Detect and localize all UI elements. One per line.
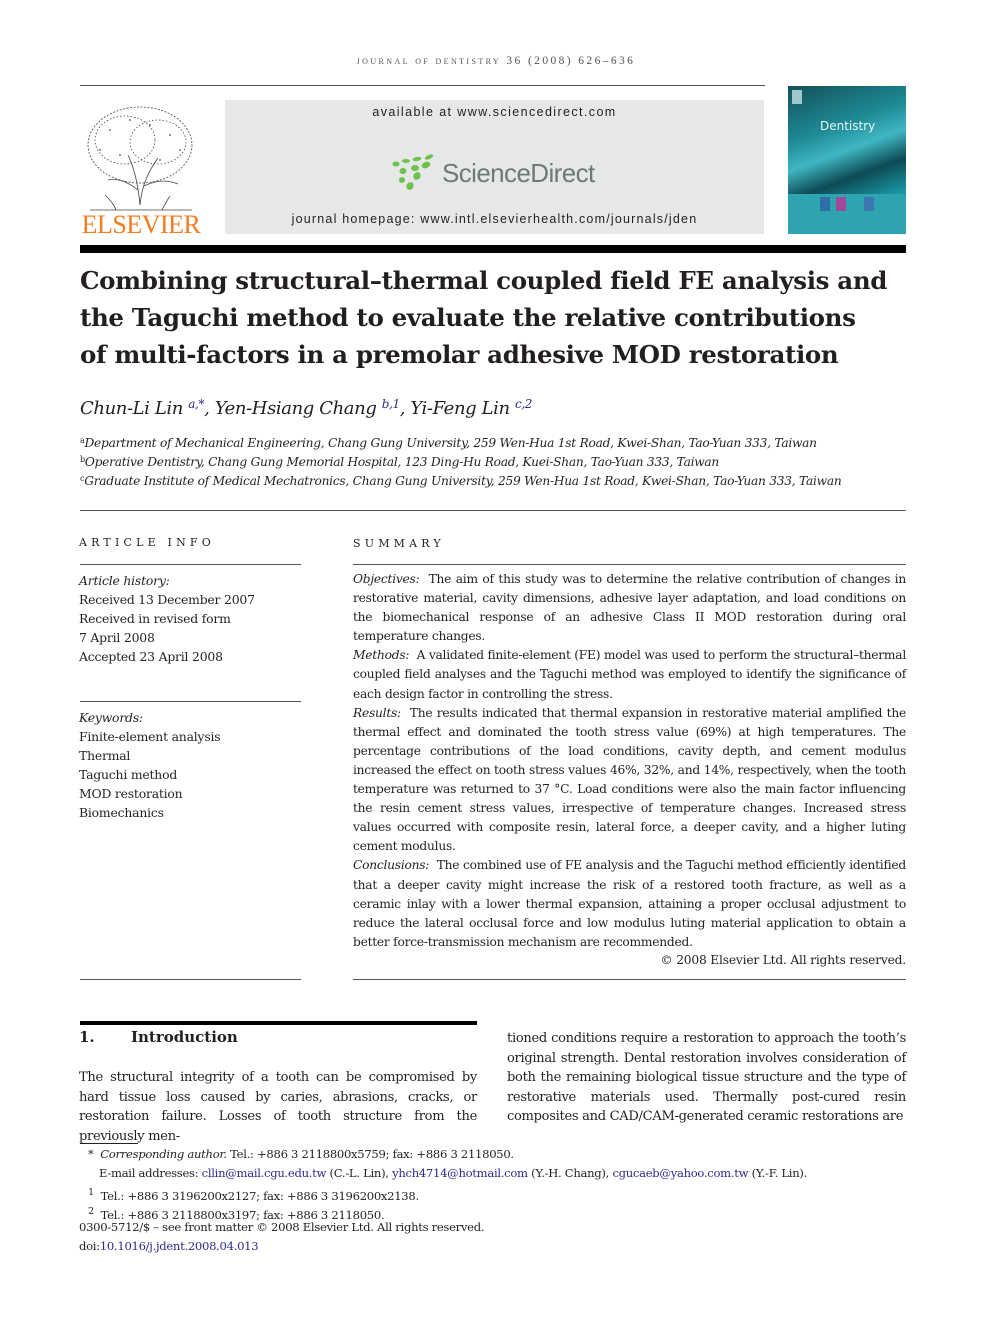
journal-cover-image: Dentistry — [788, 86, 906, 234]
author-affiliation-link[interactable]: a,* — [188, 397, 204, 411]
affiliation: bOperative Dentistry, Chang Gung Memoria… — [80, 455, 719, 469]
affiliation-text: Graduate Institute of Medical Mechatroni… — [84, 474, 842, 488]
footnote-text: Tel.: +886 3 3196200x2127; fax: +886 3 3… — [100, 1188, 420, 1203]
article-info-heading: ARTICLE INFO — [79, 536, 215, 549]
abstract-label: Objectives: — [353, 572, 420, 586]
keyword: Finite-element analysis — [79, 729, 221, 744]
header-rule — [80, 85, 765, 86]
author-affiliation-link[interactable]: b,1 — [382, 397, 400, 411]
email-owner: (C.-L. Lin), — [329, 1166, 389, 1180]
cover-title: Dentistry — [820, 119, 876, 133]
abstract-text: The combined use of FE analysis and the … — [353, 858, 906, 949]
author-name: Yi-Feng Lin — [410, 398, 510, 419]
author-name: Yen-Hsiang Chang — [214, 398, 377, 419]
doi-prefix: doi: — [79, 1239, 100, 1253]
article-history: Article history: Received 13 December 20… — [79, 571, 255, 666]
author-name: Chun-Li Lin — [80, 398, 183, 419]
abstract-text: The results indicated that thermal expan… — [353, 705, 906, 854]
footnote-mark: 2 — [88, 1206, 94, 1217]
abstract-results: Results: The results indicated that ther… — [353, 704, 906, 857]
affiliation-text: Operative Dentistry, Chang Gung Memorial… — [84, 455, 720, 469]
footnote-label: Corresponding author. — [100, 1147, 227, 1161]
abstract: Objectives: The aim of this study was to… — [353, 570, 906, 952]
available-at-link[interactable]: available at www.sciencedirect.com — [225, 105, 764, 119]
email-owner: (Y.-H. Chang), — [531, 1166, 610, 1180]
keywords: Keywords: Finite-element analysis Therma… — [79, 708, 221, 822]
email-label: E-mail addresses: — [99, 1166, 199, 1180]
history-item: Accepted 23 April 2008 — [79, 649, 223, 664]
body-text-right: tioned conditions require a restoration … — [507, 1031, 906, 1124]
abstract-text: The aim of this study was to determine t… — [353, 572, 906, 644]
divider — [80, 564, 301, 565]
email-link[interactable]: cllin@mail.cgu.edu.tw — [202, 1166, 327, 1180]
divider — [353, 564, 906, 565]
divider — [80, 979, 301, 980]
author-list: Chun-Li Lin a,*, Yen-Hsiang Chang b,1, Y… — [80, 397, 532, 419]
keywords-label: Keywords: — [79, 710, 143, 725]
affiliation: aDepartment of Mechanical Engineering, C… — [80, 436, 817, 450]
history-item: Received 13 December 2007 — [79, 592, 255, 607]
cover-band — [788, 194, 906, 234]
header-thick-rule — [80, 245, 906, 253]
abstract-conclusions: Conclusions: The combined use of FE anal… — [353, 856, 906, 951]
sciencedirect-wordmark: ScienceDirect — [442, 158, 595, 188]
footnote-text: Tel.: +886 3 2118800x5759; fax: +886 3 2… — [230, 1147, 514, 1161]
author-affiliation-link[interactable]: c,2 — [515, 397, 532, 411]
abstract-text: A validated finite-element (FE) model wa… — [353, 648, 906, 701]
email-link[interactable]: yhch4714@hotmail.com — [392, 1166, 528, 1180]
history-item: Received in revised form — [79, 611, 231, 626]
title-line: the Taguchi method to evaluate the relat… — [80, 303, 856, 332]
running-head: journal of dentistry 36 (2008) 626–636 — [356, 55, 636, 67]
affiliation-text: Department of Mechanical Engineering, Ch… — [84, 436, 818, 450]
cover-thumbnail — [864, 197, 874, 211]
abstract-objectives: Objectives: The aim of this study was to… — [353, 570, 906, 646]
doi-line: doi:10.1016/j.jdent.2008.04.013 — [79, 1237, 259, 1256]
doi-link[interactable]: 10.1016/j.jdent.2008.04.013 — [100, 1239, 259, 1253]
keyword: MOD restoration — [79, 786, 183, 801]
abstract-label: Results: — [353, 705, 401, 720]
history-item: 7 April 2008 — [79, 630, 155, 645]
elsevier-wordmark: ELSEVIER — [81, 210, 201, 239]
divider — [80, 510, 906, 511]
footnote-mark: 1 — [88, 1187, 94, 1198]
keyword: Taguchi method — [79, 767, 178, 782]
footnote-rule — [80, 1143, 138, 1144]
section-title: Introduction — [131, 1028, 238, 1046]
cover-thumbnail — [836, 197, 846, 211]
section-number: 1. — [79, 1028, 95, 1046]
divider — [353, 979, 906, 980]
article-title: Combining structural–thermal coupled fie… — [80, 262, 906, 373]
keyword: Biomechanics — [79, 805, 164, 820]
journal-homepage-link[interactable]: journal homepage: www.intl.elsevierhealt… — [225, 212, 764, 226]
author-separator: , — [399, 398, 411, 419]
title-line: Combining structural–thermal coupled fie… — [80, 266, 888, 295]
footnote-mark: * — [88, 1147, 94, 1161]
body-text-left: The structural integrity of a tooth can … — [79, 1070, 477, 1144]
history-label: Article history: — [79, 573, 170, 588]
summary-heading: SUMMARY — [353, 537, 445, 550]
email-link[interactable]: cgucaeb@yahoo.com.tw — [612, 1166, 748, 1180]
section-rule — [80, 1021, 477, 1025]
footnote-corresponding: * Corresponding author. Tel.: +886 3 211… — [88, 1145, 514, 1164]
affiliation: cGraduate Institute of Medical Mechatron… — [80, 474, 842, 488]
front-matter: 0300-5712/$ – see front matter © 2008 El… — [79, 1220, 485, 1234]
abstract-methods: Methods: A validated finite-element (FE)… — [353, 646, 906, 703]
abstract-copyright: © 2008 Elsevier Ltd. All rights reserved… — [660, 953, 906, 967]
keyword: Thermal — [79, 748, 131, 763]
cover-thumbnail — [820, 197, 830, 211]
author-separator: , — [204, 398, 215, 419]
divider — [80, 701, 301, 702]
abstract-label: Methods: — [353, 648, 410, 663]
abstract-label: Conclusions: — [353, 858, 430, 873]
cover-badge — [792, 90, 802, 104]
email-owner: (Y.-F. Lin). — [751, 1166, 808, 1180]
section-heading: 1. Introduction — [79, 1028, 238, 1046]
footnote-emails: E-mail addresses: cllin@mail.cgu.edu.tw … — [99, 1164, 807, 1183]
title-line: of multi-factors in a premolar adhesive … — [80, 340, 839, 369]
